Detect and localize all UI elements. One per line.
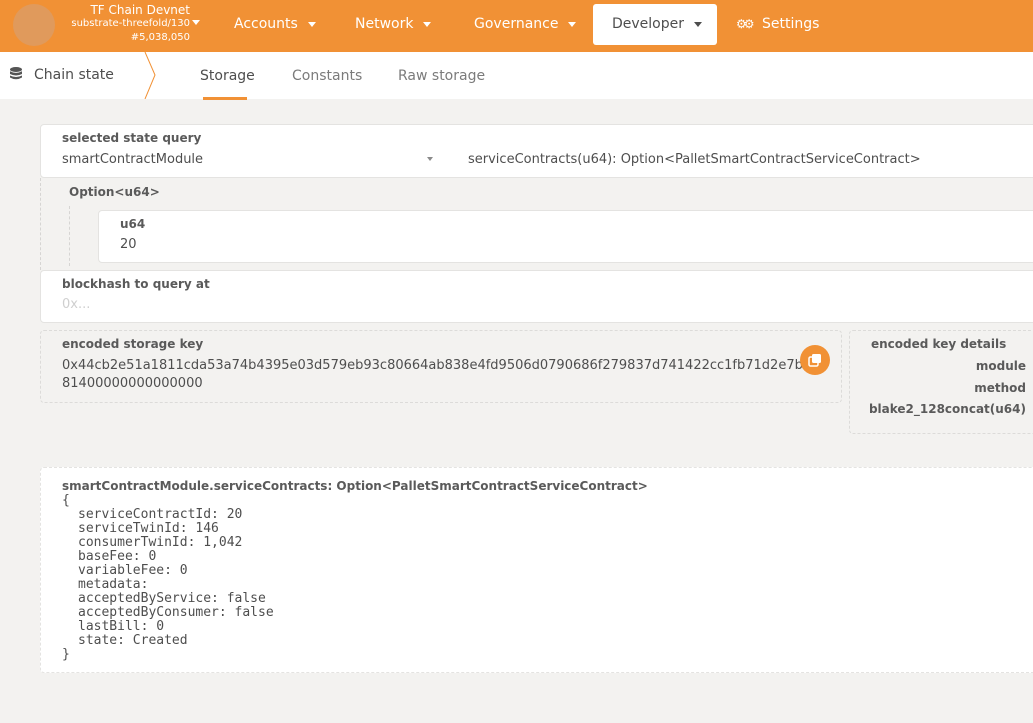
method-select[interactable]: serviceContracts(u64): Option<PalletSmar…: [468, 152, 921, 167]
encoded-key-label: encoded storage key: [62, 337, 204, 351]
state-query-label: selected state query: [62, 131, 202, 145]
sub-navbar: Chain state Storage Constants Raw storag…: [0, 52, 1033, 100]
nav-label: Settings: [761, 16, 820, 32]
dropdown-caret-icon[interactable]: [427, 157, 433, 161]
key-detail-module: module: [975, 359, 1026, 373]
chain-logo[interactable]: [13, 4, 55, 46]
module-select[interactable]: smartContractModule: [62, 152, 203, 167]
result-field: lastBill: 0: [78, 619, 165, 634]
tab-constants[interactable]: Constants: [292, 68, 362, 84]
chain-name: TF Chain Devnet: [90, 3, 190, 17]
tab-raw-storage[interactable]: Raw storage: [398, 68, 485, 84]
chevron-down-icon[interactable]: [192, 20, 200, 25]
nav-accounts[interactable]: Accounts: [224, 4, 326, 45]
caret-down-icon: [694, 21, 703, 27]
result-field: baseFee: 0: [78, 549, 157, 564]
param-type-label: Option<u64>: [69, 185, 160, 199]
u64-label: u64: [120, 217, 146, 231]
copy-icon: [808, 354, 821, 367]
state-query-card: selected state query smartContractModule…: [40, 124, 1033, 178]
blockhash-input[interactable]: 0x...: [62, 297, 90, 312]
key-detail-hasher: blake2_128concat(u64): [868, 402, 1026, 416]
section-chain-state[interactable]: Chain state: [10, 67, 114, 83]
nav-label: Developer: [612, 16, 685, 32]
key-detail-method: method: [974, 381, 1026, 395]
result-body: { serviceContractId: 20 serviceTwinId: 1…: [62, 494, 274, 662]
top-navbar: TF Chain Devnet substrate-threefold/130 …: [0, 0, 1033, 52]
key-details-panel: encoded key details module method blake2…: [849, 330, 1033, 434]
result-field: variableFee: 0: [78, 563, 188, 578]
nav-developer[interactable]: Developer: [593, 4, 717, 45]
nav-label: Accounts: [234, 16, 298, 32]
chain-selector[interactable]: TF Chain Devnet substrate-threefold/130 …: [60, 3, 190, 45]
caret-down-icon: [423, 21, 432, 27]
key-details-label: encoded key details: [871, 337, 1007, 351]
u64-input-card: u64 20: [98, 210, 1033, 263]
result-field: serviceTwinId: 146: [78, 521, 219, 536]
u64-input[interactable]: 20: [120, 237, 137, 252]
section-label: Chain state: [34, 67, 114, 83]
nav-governance[interactable]: Governance: [464, 4, 586, 45]
encoded-key-panel: encoded storage key 0x44cb2e51a1811cda53…: [40, 330, 842, 403]
nav-label: Network: [355, 16, 414, 32]
nav-network[interactable]: Network: [345, 4, 441, 45]
nav-label: Governance: [474, 16, 559, 32]
param-inner-guide-line: [69, 206, 70, 266]
result-field: state: Created: [78, 633, 188, 648]
result-title: smartContractModule.serviceContracts: Op…: [62, 479, 648, 493]
database-icon: [10, 67, 22, 80]
encoded-key-line1: 0x44cb2e51a1811cda53a74b4395e03d579eb93c…: [62, 358, 802, 373]
active-tab-indicator: [203, 97, 247, 100]
result-field: acceptedByService: false: [78, 591, 266, 606]
result-field: serviceContractId: 20: [78, 507, 243, 522]
runtime-version: substrate-threefold/130: [71, 18, 190, 29]
result-close-brace: }: [62, 647, 70, 662]
block-number: #5,038,050: [130, 32, 190, 43]
blockhash-label: blockhash to query at: [62, 277, 210, 291]
copy-button[interactable]: [800, 345, 830, 375]
result-field: acceptedByConsumer: false: [78, 605, 274, 620]
encoded-key-line2: 81400000000000000: [62, 376, 203, 391]
breadcrumb-separator: [144, 52, 156, 99]
caret-down-icon: [307, 21, 316, 27]
tab-storage[interactable]: Storage: [200, 68, 255, 84]
result-field: metadata:: [78, 577, 149, 592]
gears-icon: ⚙⚙: [736, 17, 754, 31]
result-open-brace: {: [62, 493, 70, 508]
blockhash-card: blockhash to query at 0x...: [40, 270, 1033, 323]
query-result-card: smartContractModule.serviceContracts: Op…: [40, 467, 1033, 673]
param-guide-line: [40, 178, 41, 270]
caret-down-icon: [568, 21, 577, 27]
nav-settings[interactable]: ⚙⚙ Settings: [726, 4, 829, 45]
result-field: consumerTwinId: 1,042: [78, 535, 243, 550]
